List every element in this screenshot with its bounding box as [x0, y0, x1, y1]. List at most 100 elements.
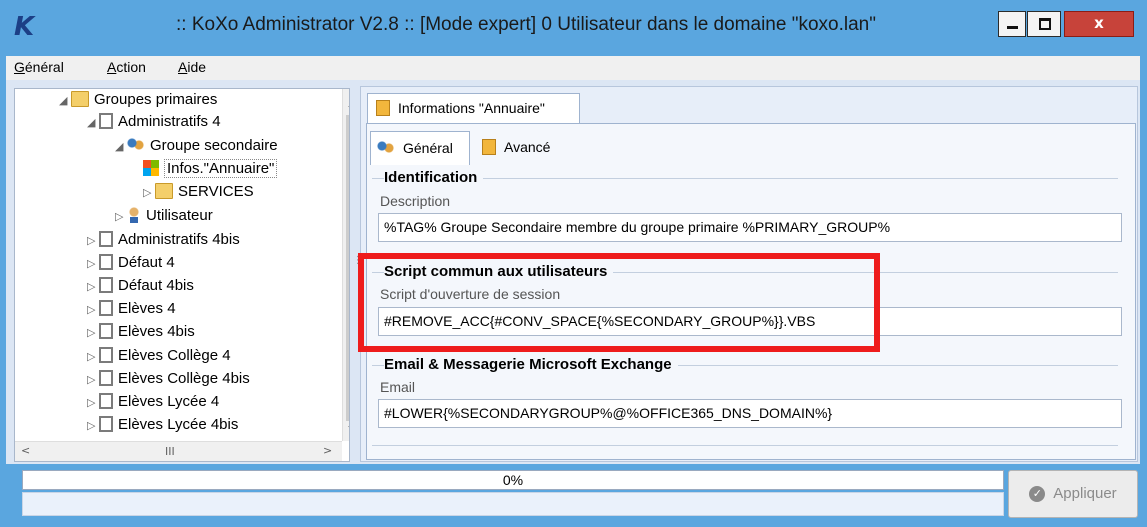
folder-icon [71, 91, 89, 107]
doc-icon [99, 300, 113, 316]
doc-icon [99, 231, 113, 247]
tree-item-label: Défaut 4bis [118, 277, 194, 294]
doc-icon [99, 113, 113, 129]
tree-item-label: Utilisateur [146, 207, 213, 224]
progress-bar: 0% [22, 470, 1004, 490]
tree-item-services[interactable]: ▷ SERVICES [143, 181, 254, 203]
tree-item-label: Elèves Collège 4bis [118, 370, 250, 387]
tree-item-groupe-secondaire[interactable]: ◢ Groupe secondaire [115, 135, 278, 157]
user-icon [127, 207, 141, 223]
doc-icon [99, 254, 113, 270]
app-logo-icon: K [14, 12, 35, 42]
description-field[interactable]: %TAG% Groupe Secondaire membre du groupe… [378, 213, 1122, 242]
menu-general[interactable]: Général [14, 59, 64, 75]
doc-icon [99, 370, 113, 386]
red-highlight-box [358, 253, 880, 352]
users-icon [127, 137, 145, 153]
tree-item-eleves-college-4bis[interactable]: ▷ Elèves Collège 4bis [87, 368, 250, 390]
tree-horizontal-scrollbar[interactable]: < III > [15, 441, 342, 461]
expand-icon[interactable]: ▷ [87, 415, 99, 437]
collapse-icon[interactable]: ◢ [115, 136, 127, 158]
tab-informations-annuaire[interactable]: Informations "Annuaire" [367, 93, 580, 123]
tree-item-eleves-lycee-4bis[interactable]: ▷ Elèves Lycée 4bis [87, 414, 238, 436]
tree-item-label: SERVICES [178, 183, 254, 200]
apply-label: Appliquer [1053, 485, 1117, 502]
scroll-right-icon[interactable]: > [323, 444, 332, 457]
folder-icon [155, 183, 173, 199]
tree-item-label: Groupe secondaire [150, 137, 278, 154]
collapse-icon[interactable]: ◢ [87, 112, 99, 134]
expand-icon[interactable]: ▷ [143, 182, 155, 204]
expand-icon[interactable]: ▷ [87, 392, 99, 414]
tab-general[interactable]: Général [370, 131, 470, 165]
collapse-icon[interactable]: ◢ [59, 90, 71, 112]
tree-item-defaut-4[interactable]: ▷ Défaut 4 [87, 252, 175, 274]
expand-icon[interactable]: ▷ [87, 322, 99, 344]
tab-label: Informations "Annuaire" [398, 100, 545, 116]
menu-bar: Général Action Aide [6, 56, 1140, 81]
book-icon [482, 139, 496, 155]
expand-icon[interactable]: ▷ [87, 230, 99, 252]
tree-item-label: Elèves 4bis [118, 323, 195, 340]
group-title: Email & Messagerie Microsoft Exchange [384, 356, 678, 373]
tree-item-eleves-lycee-4[interactable]: ▷ Elèves Lycée 4 [87, 391, 219, 413]
tab-label: Avancé [504, 139, 551, 155]
title-bar: K :: KoXo Administrator V2.8 :: [Mode ex… [0, 0, 1147, 56]
group-title: Identification [384, 169, 484, 186]
email-label: Email [380, 379, 416, 395]
scroll-down-icon[interactable]: ﹀ [348, 423, 349, 439]
tree-item-label: Groupes primaires [94, 91, 218, 108]
tree-item-eleves-4[interactable]: ▷ Elèves 4 [87, 298, 176, 320]
maximize-button[interactable] [1027, 11, 1061, 37]
tab-label: Général [403, 140, 453, 156]
scrollbar-thumb[interactable] [346, 115, 349, 421]
expand-icon[interactable]: ▷ [87, 253, 99, 275]
email-field[interactable]: #LOWER{%SECONDARYGROUP%@%OFFICE365_DNS_D… [378, 399, 1122, 428]
close-button[interactable]: x [1064, 11, 1134, 37]
scrollbar-grip[interactable]: III [165, 445, 175, 458]
apply-button[interactable]: ✓ Appliquer [1008, 470, 1138, 518]
doc-icon [99, 323, 113, 339]
check-icon: ✓ [1029, 486, 1046, 502]
expand-icon[interactable]: ▷ [87, 276, 99, 298]
tree-item-label: Administratifs 4bis [118, 231, 240, 248]
tree-item-eleves-college-4[interactable]: ▷ Elèves Collège 4 [87, 345, 231, 367]
tree-item-groupes-primaires[interactable]: ◢ Groupes primaires [59, 89, 217, 111]
menu-action[interactable]: Action [107, 59, 146, 75]
scroll-up-icon[interactable]: ︿ [348, 94, 349, 110]
status-bar [22, 492, 1004, 516]
tree-item-eleves-4bis[interactable]: ▷ Elèves 4bis [87, 321, 195, 343]
description-label: Description [380, 193, 451, 209]
tree-item-label: Elèves Lycée 4bis [118, 416, 239, 433]
tree-item-defaut-4bis[interactable]: ▷ Défaut 4bis [87, 275, 194, 297]
expand-icon[interactable]: ▷ [87, 299, 99, 321]
tree-view[interactable]: ◢ Groupes primaires ◢ Administratifs 4 ◢ Gr… [14, 88, 350, 462]
tree-item-label: Elèves Collège 4 [118, 347, 231, 364]
window-title: :: KoXo Administrator V2.8 :: [Mode expe… [176, 14, 876, 35]
tree-item-label: Elèves Lycée 4 [118, 393, 220, 410]
progress-text: 0% [502, 472, 524, 488]
tree-item-administratifs-4bis[interactable]: ▷ Administratifs 4bis [87, 229, 240, 251]
tree-item-administratifs-4[interactable]: ◢ Administratifs 4 [87, 111, 221, 133]
doc-icon [99, 393, 113, 409]
minimize-button[interactable] [998, 11, 1026, 37]
doc-icon [99, 416, 113, 432]
tree-vertical-scrollbar[interactable]: ︿ ﹀ [342, 89, 349, 441]
windows-icon [143, 160, 159, 176]
book-icon [376, 100, 390, 116]
tab-advanced[interactable]: Avancé [482, 131, 582, 165]
menu-aide[interactable]: Aide [178, 59, 206, 75]
group-divider [372, 178, 1118, 179]
email-group: Email & Messagerie Microsoft Exchange Em… [372, 355, 1128, 450]
scroll-left-icon[interactable]: < [21, 444, 30, 457]
tree-item-infos-annuaire[interactable]: Infos."Annuaire" [143, 158, 278, 180]
tree-item-utilisateur[interactable]: ▷ Utilisateur [115, 205, 213, 227]
tree-item-label: Administratifs 4 [118, 113, 221, 130]
doc-icon [99, 277, 113, 293]
identification-group: Identification Description %TAG% Groupe … [372, 168, 1128, 246]
expand-icon[interactable]: ▷ [87, 369, 99, 391]
expand-icon[interactable]: ▷ [115, 206, 127, 228]
tree-item-label-selected: Infos."Annuaire" [164, 159, 278, 178]
expand-icon[interactable]: ▷ [87, 346, 99, 368]
group-divider [372, 445, 1118, 446]
